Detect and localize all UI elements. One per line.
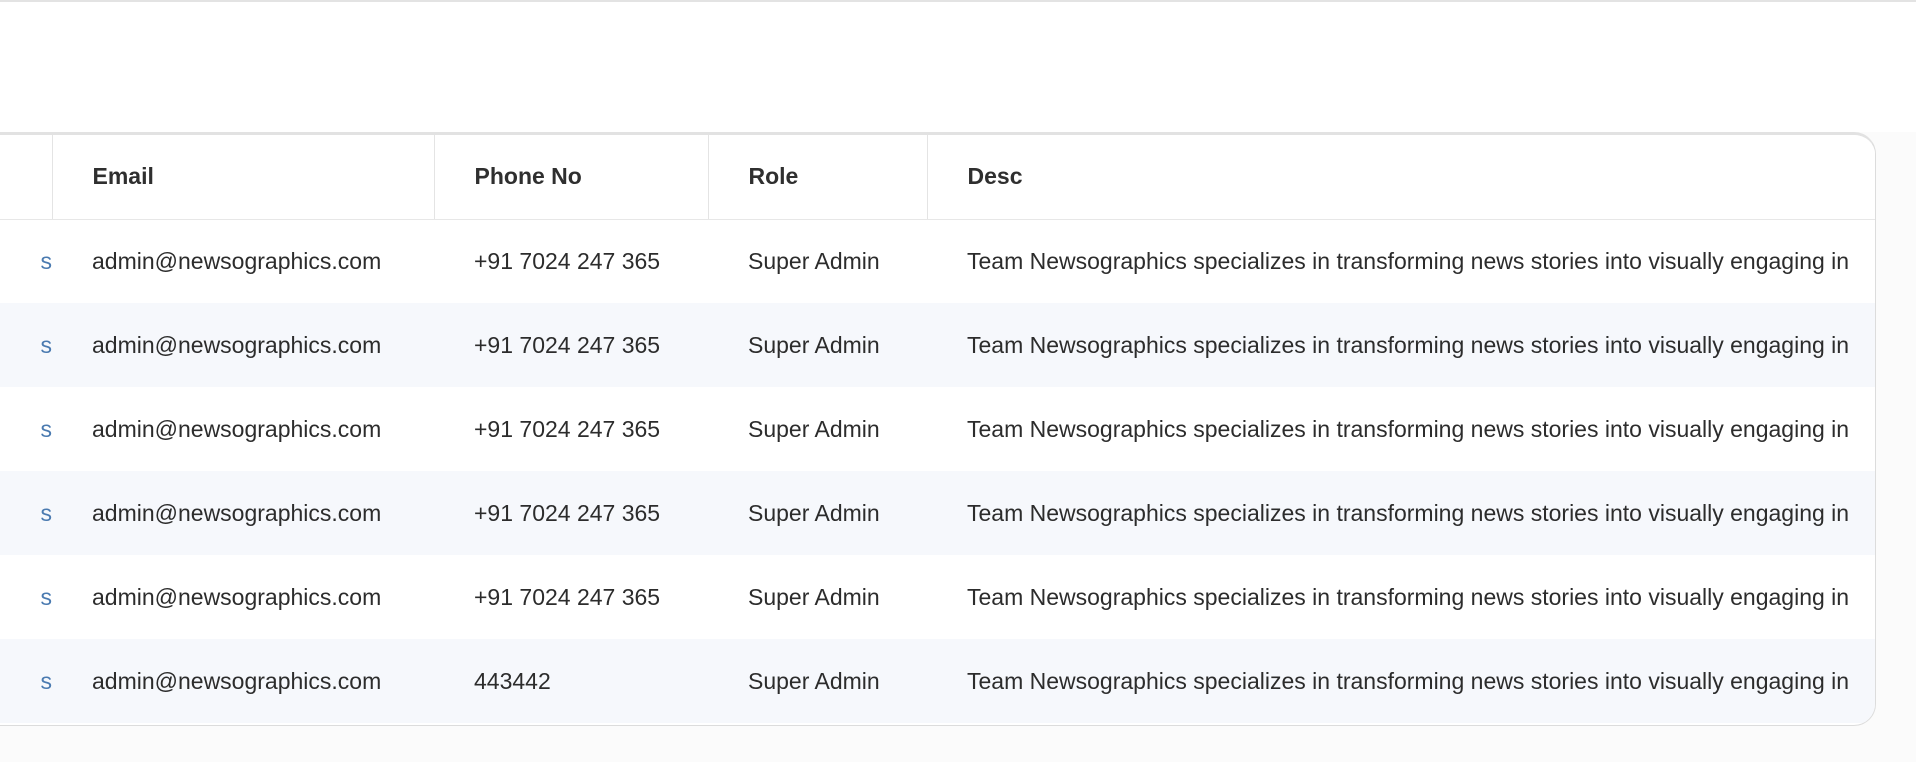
user-name-text[interactable]: s [41,668,53,695]
user-name-link[interactable]: s [0,555,52,639]
desc-cell: Team Newsographics specializes in transf… [927,219,1875,303]
role-cell: Super Admin [708,471,927,555]
phone-cell: +91 7024 247 365 [434,303,708,387]
email-cell: admin@newsographics.com [52,471,434,555]
phone-cell: +91 7024 247 365 [434,219,708,303]
user-name-text[interactable]: s [41,416,53,443]
page-card: Email Phone No Role Desc s admin@newsogr… [0,0,1916,762]
desc-cell: Team Newsographics specializes in transf… [927,387,1875,471]
email-cell: admin@newsographics.com [52,387,434,471]
role-cell: Super Admin [708,387,927,471]
table-header-row: Email Phone No Role Desc [0,135,1875,220]
desc-cell: Team Newsographics specializes in transf… [927,555,1875,639]
table-row[interactable]: s admin@newsographics.com 443442 Super A… [0,639,1875,723]
user-name-link[interactable]: s [0,219,52,303]
email-cell: admin@newsographics.com [52,303,434,387]
email-cell: admin@newsographics.com [52,219,434,303]
phone-cell: +91 7024 247 365 [434,387,708,471]
desc-cell: Team Newsographics specializes in transf… [927,471,1875,555]
table-row[interactable]: s admin@newsographics.com +91 7024 247 3… [0,555,1875,639]
phone-cell: +91 7024 247 365 [434,555,708,639]
desc-cell: Team Newsographics specializes in transf… [927,303,1875,387]
user-name-text[interactable]: s [41,248,53,275]
user-name-link[interactable]: s [0,387,52,471]
user-name-link[interactable]: s [0,639,52,723]
email-cell: admin@newsographics.com [52,639,434,723]
desc-cell: Team Newsographics specializes in transf… [927,639,1875,723]
user-name-text[interactable]: s [41,584,53,611]
user-name-link[interactable]: s [0,471,52,555]
table-row[interactable]: s admin@newsographics.com +91 7024 247 3… [0,471,1875,555]
role-cell: Super Admin [708,219,927,303]
users-table-container[interactable]: Email Phone No Role Desc s admin@newsogr… [0,132,1876,726]
page-header-area [0,0,1916,132]
email-cell: admin@newsographics.com [52,555,434,639]
table-row[interactable]: s admin@newsographics.com +91 7024 247 3… [0,387,1875,471]
table-row[interactable]: s admin@newsographics.com +91 7024 247 3… [0,219,1875,303]
table-row[interactable]: s admin@newsographics.com +91 7024 247 3… [0,303,1875,387]
user-name-text[interactable]: s [41,500,53,527]
column-header-email[interactable]: Email [52,135,435,220]
phone-cell: +91 7024 247 365 [434,471,708,555]
column-header-role[interactable]: Role [708,135,928,220]
column-header-desc[interactable]: Desc [927,135,1875,220]
role-cell: Super Admin [708,555,927,639]
column-header-name[interactable] [0,135,53,220]
column-header-phone[interactable]: Phone No [434,135,709,220]
role-cell: Super Admin [708,639,927,723]
user-name-text[interactable]: s [41,332,53,359]
phone-cell: 443442 [434,639,708,723]
role-cell: Super Admin [708,303,927,387]
users-table: Email Phone No Role Desc s admin@newsogr… [0,135,1875,723]
user-name-link[interactable]: s [0,303,52,387]
